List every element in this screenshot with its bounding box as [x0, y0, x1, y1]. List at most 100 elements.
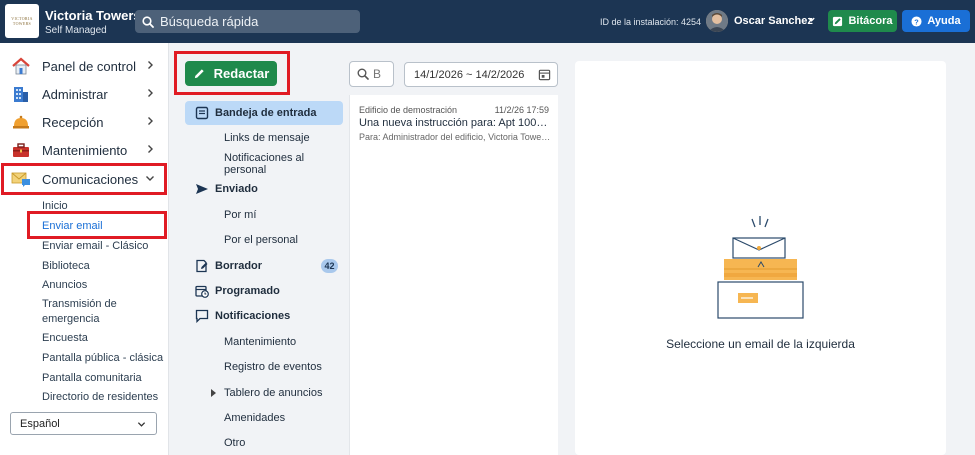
- folder-label: Programado: [215, 285, 280, 297]
- sidebar-item-dashboard[interactable]: Panel de control: [0, 53, 169, 79]
- sidebar: Panel de control Administrar Recepción M…: [0, 43, 169, 455]
- language-value: Español: [20, 417, 60, 430]
- folder-event-log[interactable]: Registro de eventos: [185, 355, 343, 379]
- sidebar-item-manage[interactable]: Administrar: [0, 81, 169, 107]
- calendar-icon[interactable]: [538, 68, 551, 81]
- mail-list: [349, 95, 558, 455]
- top-bar: VICTORIA TOWERS Victoria Towers Self Man…: [0, 0, 975, 43]
- expand-caret-icon[interactable]: [211, 389, 216, 397]
- search-icon: [357, 68, 369, 80]
- mail-recipients: Para: Administrador del edificio, Victor…: [359, 132, 551, 142]
- chevron-right-icon: [148, 145, 153, 153]
- help-circle-icon: ?: [911, 15, 922, 27]
- mail-search[interactable]: [349, 61, 394, 87]
- chevron-down-icon[interactable]: [807, 15, 816, 24]
- avatar-image: [706, 10, 728, 32]
- folder-label: Enviado: [215, 183, 258, 195]
- help-button[interactable]: ? Ayuda: [902, 10, 970, 32]
- mail-date: 11/2/26 17:59: [494, 105, 549, 115]
- user-name[interactable]: Oscar Sanchez: [734, 15, 813, 27]
- sidebar-item-label: Recepción: [42, 114, 104, 130]
- building-name[interactable]: Victoria Towers: [45, 8, 141, 23]
- help-label: Ayuda: [927, 15, 961, 27]
- sidebar-item-label: Mantenimiento: [42, 142, 128, 158]
- quick-search[interactable]: [135, 10, 360, 33]
- folder-label: Notificaciones al personal: [224, 152, 305, 176]
- highlight-communications: [1, 163, 167, 195]
- toolbox-icon: [13, 143, 29, 157]
- sidebar-item-maintenance[interactable]: Mantenimiento: [0, 137, 169, 163]
- submenu-send-email-classic[interactable]: Enviar email - Clásico: [42, 240, 148, 252]
- submenu-emergency-broadcast-2[interactable]: emergencia: [42, 313, 99, 325]
- compose-button[interactable]: Redactar: [185, 61, 277, 86]
- compose-label: Redactar: [213, 66, 270, 81]
- submenu-public-display-classic[interactable]: Pantalla pública - clásica: [42, 352, 163, 364]
- chat-bubble-icon: [195, 309, 209, 323]
- folder-drafts[interactable]: Borrador 42: [185, 254, 343, 278]
- send-icon: [196, 184, 208, 194]
- house-icon: [12, 57, 30, 75]
- building-logo[interactable]: VICTORIA TOWERS: [5, 4, 39, 38]
- search-icon: [142, 15, 154, 28]
- submenu-library[interactable]: Biblioteca: [42, 260, 90, 272]
- folder-notifications[interactable]: Notificaciones: [185, 304, 343, 328]
- folder-label: Por mí: [224, 209, 257, 221]
- bitacora-button[interactable]: Bitácora: [828, 10, 897, 32]
- mail-subject: Una nueva instrucción para: Apt 1005 - h…: [359, 117, 551, 129]
- folder-label: Borrador: [215, 260, 263, 272]
- submenu-survey[interactable]: Encuesta: [42, 332, 88, 344]
- logo-text-2: TOWERS: [12, 21, 32, 26]
- language-select[interactable]: Español: [10, 412, 157, 435]
- highlight-send-email: [27, 211, 167, 239]
- date-range-value: 14/1/2026 ~ 14/2/2026: [414, 68, 525, 81]
- chevron-right-icon: [148, 89, 153, 97]
- folder-maintenance[interactable]: Mantenimiento: [185, 330, 343, 354]
- folder-staff-notifications[interactable]: Notificaciones al personal: [185, 152, 343, 176]
- folder-label: Bandeja de entrada: [215, 107, 317, 119]
- submenu-community-display[interactable]: Pantalla comunitaria: [42, 372, 142, 384]
- sidebar-item-reception[interactable]: Recepción: [0, 109, 169, 135]
- draft-icon: [196, 259, 208, 273]
- date-range-picker[interactable]: 14/1/2026 ~ 14/2/2026: [404, 62, 558, 87]
- submenu-announcements[interactable]: Anuncios: [42, 279, 87, 291]
- reading-pane: Seleccione un email de la izquierda: [575, 61, 946, 455]
- folder-amenities[interactable]: Amenidades: [185, 406, 343, 430]
- folder-message-links[interactable]: Links de mensaje: [185, 126, 343, 150]
- folder-inbox[interactable]: Bandeja de entrada: [185, 101, 343, 125]
- folder-label: Links de mensaje: [224, 132, 310, 144]
- reception-bell-icon: [13, 115, 29, 129]
- folder-sent[interactable]: Enviado: [185, 177, 343, 201]
- quick-search-input[interactable]: [160, 14, 350, 29]
- sidebar-item-label: Administrar: [42, 86, 108, 102]
- svg-text:?: ?: [915, 17, 920, 26]
- pencil-square-icon: [833, 16, 843, 26]
- pencil-icon: [194, 69, 204, 79]
- folder-label: Notificaciones: [215, 310, 291, 322]
- chevron-down-icon: [137, 422, 146, 427]
- folder-label: Por el personal: [224, 234, 298, 246]
- sidebar-item-label: Panel de control: [42, 58, 136, 74]
- submenu-emergency-broadcast[interactable]: Transmisión de: [42, 298, 117, 310]
- user-avatar[interactable]: [706, 10, 728, 32]
- folder-label: Otro: [224, 437, 246, 449]
- folder-label: Mantenimiento: [224, 336, 297, 348]
- building-icon: [14, 87, 28, 102]
- calendar-clock-icon: [195, 285, 209, 298]
- drafts-count-badge: 42: [321, 259, 338, 273]
- folder-scheduled[interactable]: Programado: [185, 279, 343, 303]
- installation-id: ID de la instalación: 4254: [600, 17, 702, 27]
- mail-list-item[interactable]: Edificio de demostración 11/2/26 17:59 U…: [350, 101, 557, 147]
- folder-sent-by-staff[interactable]: Por el personal: [185, 228, 343, 252]
- folder-label: Amenidades: [224, 412, 286, 424]
- bitacora-label: Bitácora: [848, 15, 893, 27]
- folder-other[interactable]: Otro: [185, 431, 343, 455]
- mail-search-input[interactable]: [373, 67, 393, 81]
- building-subtitle: Self Managed: [45, 25, 107, 36]
- folder-label: Registro de eventos: [224, 361, 322, 373]
- chevron-right-icon: [148, 117, 153, 125]
- empty-mailbox-illustration: [717, 216, 804, 319]
- folder-sent-by-me[interactable]: Por mí: [185, 203, 343, 227]
- submenu-resident-directory[interactable]: Directorio de residentes: [42, 391, 158, 403]
- folder-bulletin-board[interactable]: Tablero de anuncios: [185, 381, 343, 405]
- chevron-right-icon: [148, 61, 153, 69]
